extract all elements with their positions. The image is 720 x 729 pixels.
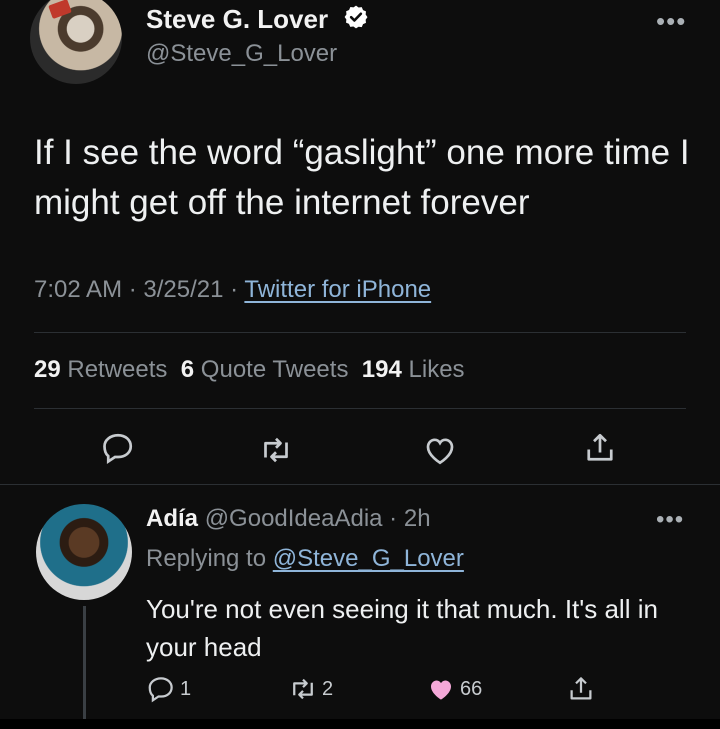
retweet-icon[interactable] (258, 432, 294, 468)
reply-display-name[interactable]: Adía (146, 505, 198, 532)
like-count: 66 (460, 677, 483, 700)
replying-label: Replying to (146, 545, 267, 572)
meta-separator: · (128, 276, 137, 303)
share-icon (570, 677, 592, 700)
reply-author-avatar[interactable] (36, 504, 132, 600)
reply-icon[interactable] (100, 430, 136, 466)
main-tweet: Steve G. Lover @Steve_G_Lover ••• If I s… (0, 0, 720, 485)
meta-separator: · (230, 276, 239, 303)
retweet-icon (293, 678, 313, 700)
reply-count: 1 (180, 677, 192, 700)
quotes-label: Quote Tweets (200, 356, 349, 383)
reply-text: You're not even seeing it that much. It'… (146, 594, 658, 662)
retweets-stat[interactable]: 29 Retweets (34, 356, 167, 383)
share-icon[interactable] (582, 430, 618, 466)
reply-retweet-button[interactable]: 2 (288, 674, 333, 704)
author-display-name[interactable]: Steve G. Lover (146, 4, 328, 35)
reply-reply-button[interactable]: 1 (146, 674, 191, 704)
quotes-count: 6 (180, 356, 195, 383)
tweet-text: If I see the word “gaslight” one more ti… (34, 133, 690, 222)
more-icon[interactable]: ••• (656, 6, 686, 37)
retweet-count: 2 (322, 677, 334, 700)
like-icon (431, 680, 451, 700)
author-handle[interactable]: @Steve_G_Lover (146, 40, 337, 68)
meta-separator: · (382, 505, 404, 532)
tweet-meta: 7:02 AM · 3/25/21 · Twitter for iPhone (34, 276, 431, 304)
reply-handle[interactable]: @GoodIdeaAdia (205, 505, 383, 532)
tweet-source-link[interactable]: Twitter for iPhone (244, 276, 431, 303)
divider (34, 408, 686, 409)
author-avatar[interactable] (30, 0, 122, 84)
tweet-date: 3/25/21 (143, 276, 224, 303)
replying-to-handle[interactable]: @Steve_G_Lover (273, 545, 464, 572)
quote-tweets-stat[interactable]: 6 Quote Tweets (181, 356, 349, 383)
reply-icon (148, 677, 173, 703)
likes-count: 194 (361, 356, 402, 383)
divider (34, 332, 686, 333)
retweets-count: 29 (34, 356, 61, 383)
divider (0, 484, 720, 485)
retweets-label: Retweets (67, 356, 168, 383)
likes-label: Likes (408, 356, 465, 383)
replying-to: Replying to @Steve_G_Lover (146, 545, 464, 573)
like-icon[interactable] (422, 432, 458, 468)
reply-author-line: Adía @GoodIdeaAdia · 2h (146, 505, 431, 533)
reply-share-button[interactable] (566, 674, 596, 704)
more-icon[interactable]: ••• (656, 506, 684, 534)
likes-stat[interactable]: 194 Likes (362, 356, 465, 383)
engagement-stats: 29 Retweets 6 Quote Tweets 194 Likes (34, 356, 465, 384)
reply-like-button[interactable]: 66 (426, 674, 482, 704)
tweet-time: 7:02 AM (34, 276, 123, 303)
thread-line (83, 606, 86, 729)
bottom-edge (0, 719, 720, 729)
verified-badge-icon (343, 4, 369, 30)
reply-age: 2h (403, 505, 431, 532)
